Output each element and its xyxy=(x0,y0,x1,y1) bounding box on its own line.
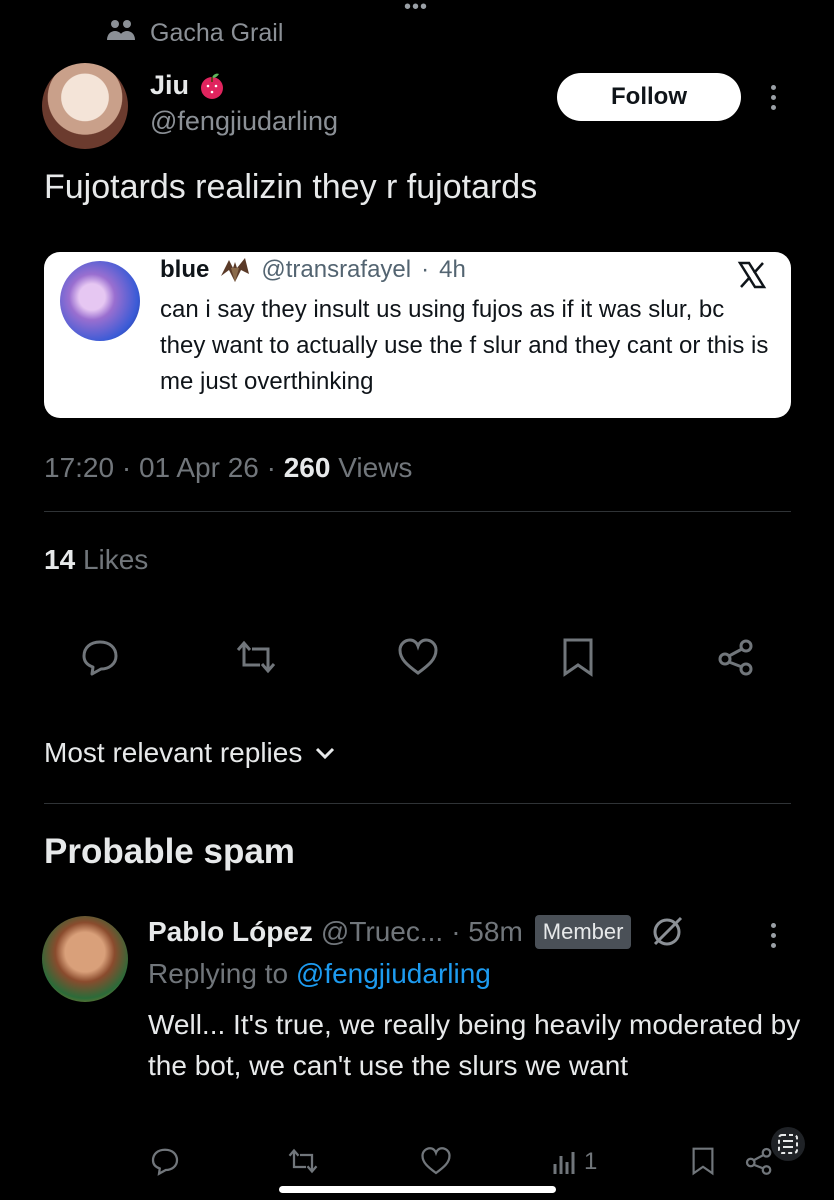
x-logo-icon xyxy=(737,261,767,289)
sort-label: Most relevant replies xyxy=(44,737,303,768)
views-stat[interactable]: 1 xyxy=(552,1148,597,1176)
quote-time: 4h xyxy=(439,256,466,283)
section-title: Probable spam xyxy=(44,832,295,871)
like-icon[interactable] xyxy=(397,637,439,677)
window-handle-dots[interactable]: ••• xyxy=(404,0,428,17)
author-handle[interactable]: @fengjiudarling xyxy=(150,106,338,137)
quote-separator: · xyxy=(421,256,430,283)
reply-icon[interactable] xyxy=(150,1146,180,1176)
replying-to: Replying to @fengjiudarling xyxy=(148,958,491,990)
retweet-icon[interactable] xyxy=(286,1146,320,1176)
bookmark-icon[interactable] xyxy=(560,637,596,677)
quote-header: blue @transrafayel · 4h xyxy=(160,256,466,284)
bookmark-icon[interactable] xyxy=(690,1146,716,1176)
views-label: Views xyxy=(338,452,413,483)
views-icon xyxy=(553,1152,575,1174)
home-indicator[interactable] xyxy=(279,1186,556,1193)
reply-icon[interactable] xyxy=(80,637,120,677)
likes-label: Likes xyxy=(82,544,149,575)
reply-handle[interactable]: @Truec... xyxy=(321,916,443,948)
author-name-row[interactable]: Jiu xyxy=(150,70,227,101)
quote-name: blue xyxy=(160,256,210,283)
quote-text: can i say they insult us using fujos as … xyxy=(160,296,769,395)
crossed-circle-icon xyxy=(653,916,683,946)
reply-avatar[interactable] xyxy=(42,916,128,1002)
more-icon[interactable] xyxy=(771,923,777,948)
share-icon[interactable] xyxy=(716,637,756,677)
likes-stat[interactable]: 14 Likes xyxy=(44,544,148,576)
post-date: 01 Apr 26 xyxy=(138,452,259,483)
reply-time: · 58m xyxy=(451,916,523,947)
author-name: Jiu xyxy=(150,70,190,100)
post-time: 17:20 xyxy=(44,452,115,483)
apple-emoji-icon xyxy=(201,73,224,99)
chevron-down-icon xyxy=(316,747,335,760)
community-icon xyxy=(106,18,136,49)
bat-emoji-icon xyxy=(221,258,250,282)
like-icon[interactable] xyxy=(420,1146,452,1176)
follow-button[interactable]: Follow xyxy=(557,73,741,121)
more-icon[interactable] xyxy=(771,85,777,110)
post-text: Fujotards realizin they r fujotards xyxy=(44,168,538,206)
likes-count: 14 xyxy=(44,544,76,575)
views-count: 260 xyxy=(283,452,331,483)
quoted-post[interactable]: blue @transrafayel · 4h can i say they ins… xyxy=(44,252,791,418)
quote-handle: @transrafayel xyxy=(261,256,412,283)
reply-header: Pablo López @Truec... · 58m Member xyxy=(148,914,685,950)
views-count-reply: 1 xyxy=(584,1148,598,1175)
replying-handle-link[interactable]: @fengjiudarling xyxy=(296,958,491,989)
member-badge: Member xyxy=(534,915,632,949)
reply-text: Well... It's true, we really being heavi… xyxy=(148,1009,801,1081)
author-avatar[interactable] xyxy=(42,63,128,149)
replies-sort-dropdown[interactable]: Most relevant replies xyxy=(44,737,336,769)
divider xyxy=(44,511,791,512)
community-label[interactable]: Gacha Grail xyxy=(106,18,283,49)
post-meta: 17:20 · 01 Apr 26 · 260 Views xyxy=(44,452,413,483)
community-name: Gacha Grail xyxy=(150,19,284,47)
divider xyxy=(44,803,791,804)
reply-name[interactable]: Pablo López xyxy=(148,916,313,948)
grok-icon[interactable] xyxy=(770,1126,806,1162)
replying-prefix: Replying to xyxy=(148,958,289,989)
retweet-icon[interactable] xyxy=(234,637,278,677)
quote-avatar[interactable] xyxy=(60,261,140,341)
